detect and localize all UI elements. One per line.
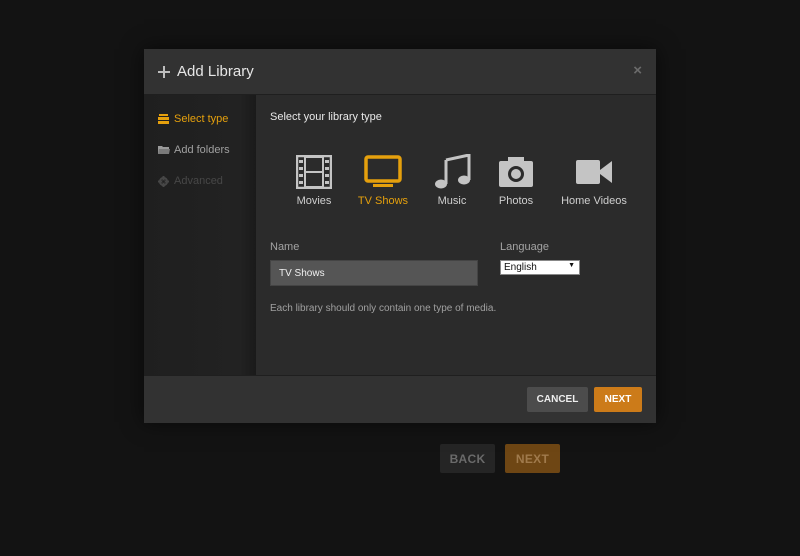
sidebar-item-add-folders[interactable]: Add folders [144, 134, 256, 165]
music-note-icon [432, 153, 472, 191]
next-button[interactable]: NEXT [594, 387, 642, 412]
content-heading: Select your library type [270, 111, 382, 123]
name-label: Name [270, 241, 300, 253]
sidebar-item-label: Advanced [174, 174, 223, 187]
background-buttons: BACK NEXT [440, 444, 560, 473]
video-camera-icon [574, 153, 614, 191]
language-selected-value: English [504, 262, 537, 273]
close-icon[interactable]: × [633, 62, 642, 79]
name-input[interactable] [270, 260, 478, 286]
camera-icon [496, 153, 536, 191]
library-type-movies[interactable]: Movies [276, 153, 352, 207]
cancel-button[interactable]: CANCEL [527, 387, 588, 412]
folder-icon [158, 145, 170, 155]
library-type-label: Photos [498, 195, 534, 207]
sidebar-item-label: Add folders [174, 143, 230, 156]
stack-icon [158, 113, 169, 124]
dropdown-arrow-icon: ▼ [568, 262, 575, 269]
hint-text: Each library should only contain one typ… [270, 303, 497, 314]
plus-icon [158, 65, 170, 78]
sidebar-item-select-type[interactable]: Select type [144, 103, 256, 134]
tv-icon [363, 153, 403, 191]
sidebar-item-label: Select type [174, 112, 229, 125]
library-type-music[interactable]: Music [414, 153, 490, 207]
library-type-label: Music [437, 195, 467, 207]
background-back-button[interactable]: BACK [440, 444, 495, 473]
footer-buttons: CANCEL NEXT [527, 387, 642, 412]
library-type-label: Home Videos [561, 195, 627, 207]
background-next-button[interactable]: NEXT [505, 444, 560, 473]
gear-icon [158, 175, 169, 187]
sidebar: Select type Add folders Advanced [144, 95, 256, 375]
modal-body: Select type Add folders Advanced Select … [144, 95, 656, 375]
sidebar-item-advanced: Advanced [144, 165, 256, 196]
modal-header: Add Library × [144, 49, 656, 95]
library-type-photos[interactable]: Photos [490, 153, 542, 207]
content-panel: Select your library type Movies TV Shows… [256, 95, 656, 375]
film-icon [294, 153, 334, 191]
language-label: Language [500, 241, 549, 253]
language-select[interactable]: English ▼ [500, 260, 580, 275]
modal-footer: CANCEL NEXT [144, 375, 656, 423]
library-type-label: Movies [296, 195, 332, 207]
library-type-home-videos[interactable]: Home Videos [542, 153, 646, 207]
library-type-tv-shows[interactable]: TV Shows [352, 153, 414, 207]
modal-title: Add Library [177, 63, 254, 80]
library-type-label: TV Shows [357, 195, 409, 207]
add-library-modal: Add Library × Select type Add folders Ad… [144, 49, 656, 423]
library-type-list: Movies TV Shows Music Photos Home Videos [276, 153, 646, 207]
